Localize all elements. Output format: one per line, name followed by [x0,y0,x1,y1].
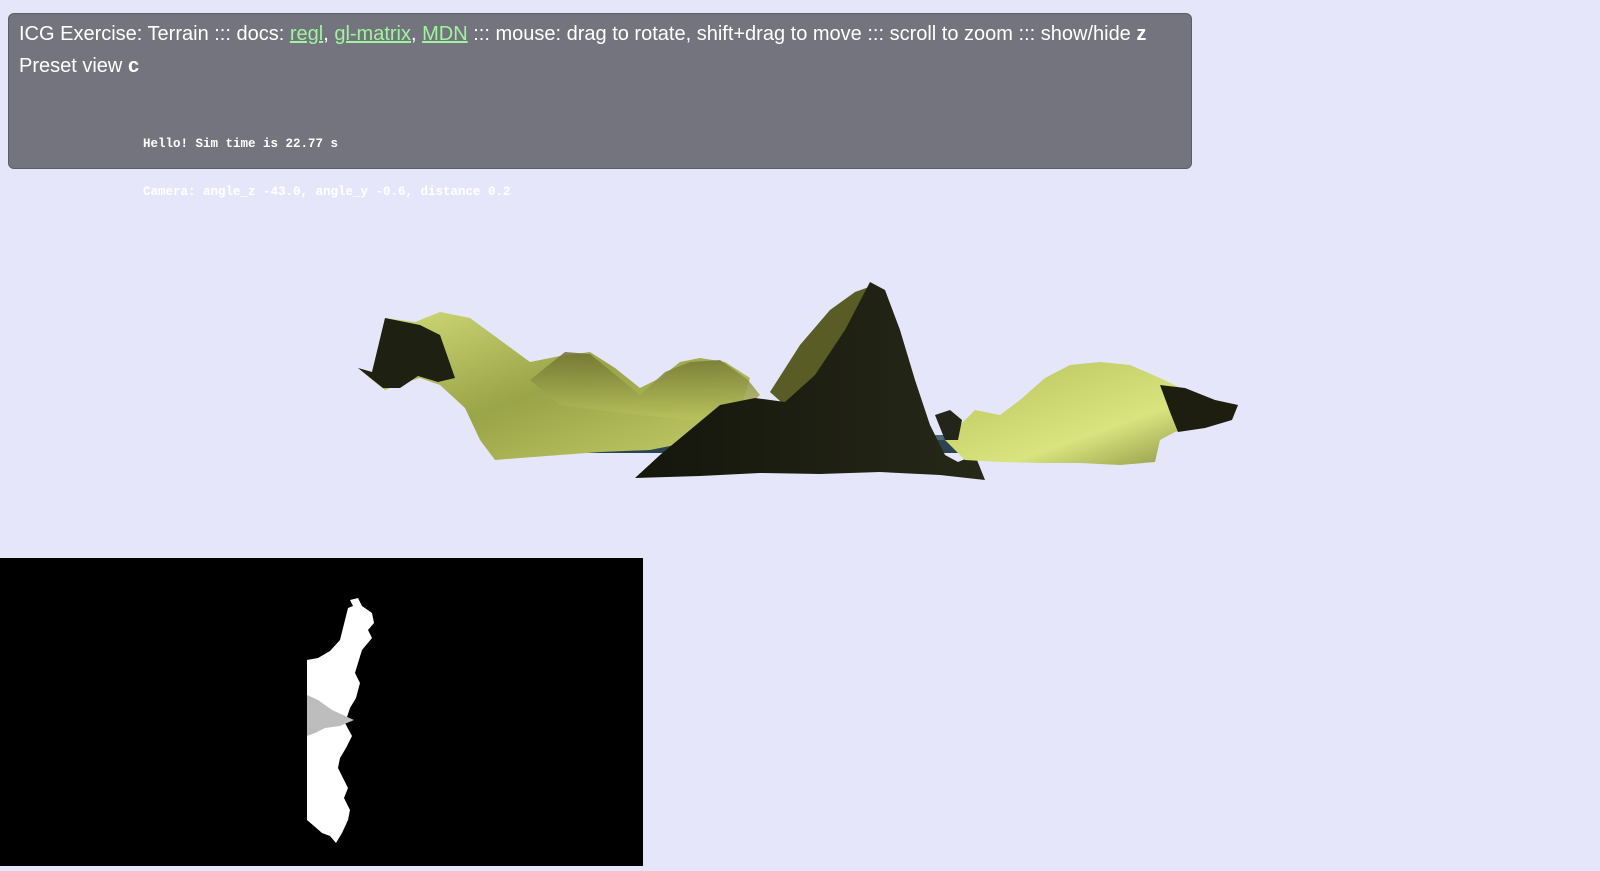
dotted-separator-icon: ::: [1012,23,1041,45]
camera-text: Camera: angle_z -43.0, angle_y -0.6, dis… [143,185,511,199]
dotted-separator-icon: ::: [861,23,890,45]
zoom-instructions: scroll to zoom [889,23,1013,45]
shadow-map-preview [0,558,643,866]
page-title: ICG Exercise: Terrain [19,23,209,45]
info-overlay-panel: ICG Exercise: Terrain ::: docs: regl, gl… [8,13,1192,199]
showhide-label: show/hide [1040,23,1137,45]
link-gl-matrix[interactable]: gl-matrix [334,23,411,45]
preset-label: Preset view [19,55,128,77]
preset-key: c [127,55,140,77]
docs-label: docs: [236,23,290,45]
showhide-key: z [1136,23,1147,45]
dotted-separator-icon: ::: [208,23,237,45]
link-regl[interactable]: regl [290,23,323,45]
link-mdn[interactable]: MDN [422,23,468,45]
comma-separator: , [323,23,335,45]
debug-output: Hello! Sim time is 22.77 s Camera: angle… [143,104,1181,232]
comma-separator: , [411,23,423,45]
sim-time-text: Hello! Sim time is 22.77 s [143,137,339,151]
preset-line: Preset view c [19,50,1181,82]
header-line: ICG Exercise: Terrain ::: docs: regl, gl… [19,18,1181,50]
mouse-instructions: mouse: drag to rotate, shift+drag to mov… [495,23,862,45]
shadow-map-image [307,598,374,843]
dotted-separator-icon: ::: [467,23,496,45]
